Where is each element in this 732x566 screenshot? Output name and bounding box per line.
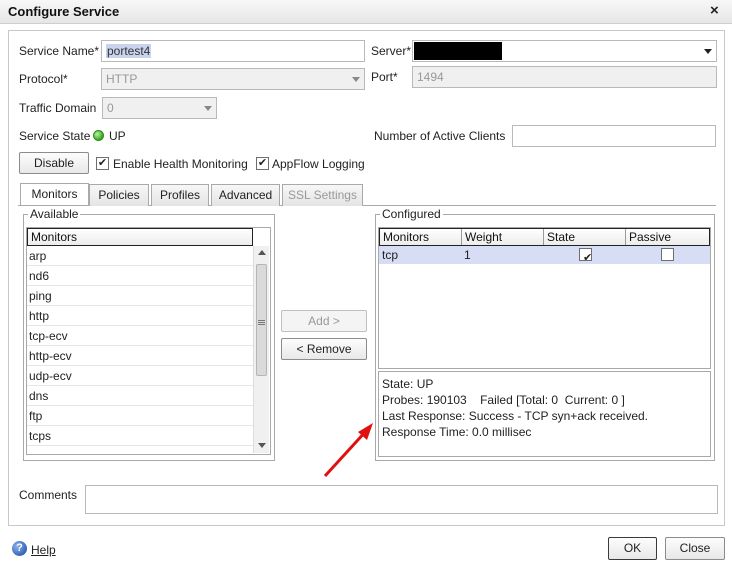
- disable-button[interactable]: Disable: [19, 152, 89, 174]
- list-item[interactable]: arp: [27, 246, 254, 266]
- close-icon[interactable]: ×: [710, 2, 719, 19]
- port-value: 1494: [417, 70, 444, 84]
- row-weight: 1: [464, 248, 471, 262]
- tab-ssl-settings[interactable]: SSL Settings: [282, 184, 363, 206]
- health-monitoring-label: Enable Health Monitoring: [113, 157, 248, 171]
- port-label: Port*: [371, 70, 398, 84]
- configured-monitors-table[interactable]: Monitors Weight State Passive tcp 1 ✔: [378, 227, 711, 369]
- column-header-weight[interactable]: Weight: [462, 229, 544, 245]
- traffic-domain-value: 0: [107, 101, 114, 115]
- chevron-down-icon: [204, 106, 212, 111]
- service-name-input[interactable]: portest4: [101, 40, 365, 62]
- comments-input[interactable]: [85, 485, 718, 514]
- available-legend: Available: [28, 207, 81, 221]
- available-list-header: Monitors: [27, 228, 253, 246]
- tab-profiles[interactable]: Profiles: [151, 184, 209, 206]
- list-item[interactable]: ping: [27, 286, 254, 306]
- details-last-response: Last Response: Success - TCP syn+ack rec…: [382, 409, 649, 423]
- list-item[interactable]: http: [27, 306, 254, 326]
- port-input[interactable]: 1494: [412, 66, 717, 88]
- comments-label: Comments: [19, 488, 78, 502]
- server-select[interactable]: [412, 40, 717, 62]
- row-monitor: tcp: [382, 248, 399, 262]
- list-item[interactable]: dns: [27, 386, 254, 406]
- server-label: Server*: [371, 44, 412, 58]
- configured-legend: Configured: [380, 207, 443, 221]
- monitor-details-panel: State: UP Probes: 190103 Failed [Total: …: [378, 371, 711, 457]
- active-clients-input[interactable]: [512, 125, 716, 147]
- add-monitor-button[interactable]: Add >: [281, 310, 367, 332]
- row-passive-cell: [625, 246, 708, 264]
- window-title: Configure Service: [8, 4, 120, 19]
- close-button[interactable]: Close: [665, 537, 725, 560]
- list-item[interactable]: udp-ecv: [27, 366, 254, 386]
- list-item[interactable]: tcps: [27, 426, 254, 446]
- health-monitoring-checkbox[interactable]: ✔: [96, 157, 109, 170]
- protocol-select[interactable]: HTTP: [101, 68, 365, 90]
- active-clients-label: Number of Active Clients: [374, 129, 506, 143]
- available-list-rows: arp nd6 ping http tcp-ecv http-ecv udp-e…: [27, 246, 254, 446]
- traffic-domain-select[interactable]: 0: [102, 97, 217, 119]
- status-up-icon: [93, 130, 104, 141]
- service-state-value: UP: [109, 129, 126, 143]
- chevron-down-icon: [352, 77, 360, 82]
- service-state-label: Service State: [19, 129, 91, 143]
- grip-icon: [258, 324, 265, 325]
- details-state: State: UP: [382, 377, 434, 391]
- state-checkbox[interactable]: ✔: [579, 248, 592, 264]
- protocol-value: HTTP: [106, 72, 138, 86]
- configured-table-header: Monitors Weight State Passive: [379, 228, 710, 246]
- monitor-details: State: UP Probes: 190103 Failed [Total: …: [379, 372, 710, 444]
- column-header-state[interactable]: State: [544, 229, 626, 245]
- appflow-logging-checkbox[interactable]: ✔: [256, 157, 269, 170]
- column-header-monitors[interactable]: Monitors: [380, 229, 462, 245]
- ok-button[interactable]: OK: [608, 537, 657, 560]
- available-list-scrollbar[interactable]: [253, 246, 269, 453]
- server-redacted-value: [414, 42, 502, 60]
- row-state-cell: ✔: [543, 246, 625, 264]
- grip-icon: [258, 322, 265, 323]
- details-probes: Probes: 190103 Failed [Total: 0 Current:…: [382, 393, 625, 407]
- list-item[interactable]: tcp-ecv: [27, 326, 254, 346]
- service-name-label: Service Name*: [19, 44, 100, 58]
- tab-monitors[interactable]: Monitors: [20, 183, 89, 205]
- annotation-arrow-icon: [323, 423, 373, 478]
- chevron-up-icon[interactable]: [258, 250, 266, 255]
- list-item[interactable]: http-ecv: [27, 346, 254, 366]
- help-link[interactable]: Help: [31, 543, 56, 557]
- tab-advanced[interactable]: Advanced: [211, 184, 280, 206]
- grip-icon: [258, 320, 265, 321]
- list-item[interactable]: nd6: [27, 266, 254, 286]
- chevron-down-icon: [704, 49, 712, 54]
- traffic-domain-label: Traffic Domain: [19, 101, 97, 115]
- service-name-value: portest4: [106, 44, 152, 58]
- column-header-passive[interactable]: Passive: [626, 229, 709, 245]
- list-item[interactable]: ftp: [27, 406, 254, 426]
- passive-checkbox[interactable]: [661, 248, 674, 261]
- remove-monitor-button[interactable]: < Remove: [281, 338, 367, 360]
- help-icon[interactable]: ?: [12, 541, 27, 556]
- protocol-label: Protocol*: [19, 72, 68, 86]
- tab-policies[interactable]: Policies: [89, 184, 149, 206]
- chevron-down-icon[interactable]: [258, 443, 266, 448]
- available-monitors-list[interactable]: Monitors arp nd6 ping http tcp-ecv http-…: [26, 227, 271, 455]
- table-row[interactable]: tcp 1 ✔: [379, 246, 710, 264]
- details-response-time: Response Time: 0.0 millisec: [382, 425, 532, 439]
- appflow-logging-label: AppFlow Logging: [272, 157, 365, 171]
